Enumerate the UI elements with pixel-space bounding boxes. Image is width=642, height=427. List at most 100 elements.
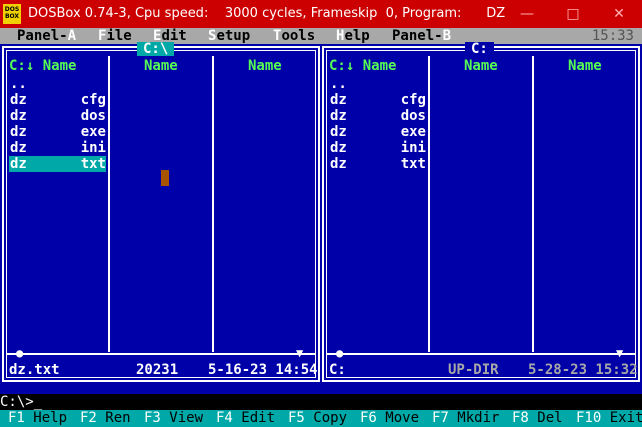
right-panel[interactable]: ● ▼ C: C:↓ Name Name Name .. dz cfg dz dos… [322,42,640,382]
column-divider [108,56,110,352]
menu-bar: Panel-A File Edit Setup Tools Help Panel… [0,28,642,44]
file-row[interactable]: .. [9,76,106,92]
fkey-label: Help [24,410,68,426]
window-title: DOSBox 0.74-3, Cpu speed: 3000 cycles, F… [28,6,506,21]
file-name: .. [330,76,347,92]
f3-view-button[interactable]: F3 View [144,410,203,427]
file-row[interactable]: dz exe [329,124,426,140]
file-ext: cfg [400,92,426,108]
fkey-label: Ren [96,410,131,426]
menu-panel-b[interactable]: Panel-B [392,28,451,44]
file-row-selected[interactable]: dz txt [9,156,106,172]
file-row[interactable]: dz exe [9,124,106,140]
f5-copy-button[interactable]: F5 Copy [288,410,347,427]
close-icon[interactable]: ✕ [596,0,642,28]
f10-exit-button[interactable]: F10 Exit [576,410,642,427]
selected-file-date: 5-16-23 14:54 [208,362,318,378]
fkey-label: Copy [304,410,348,426]
f4-edit-button[interactable]: F4 Edit [216,410,275,427]
menu-label: ile [106,28,132,44]
function-key-bar: F1 Help F2 Ren F3 View F4 Edit F5 Copy F… [0,410,642,427]
column-header-name[interactable]: C:↓ Name [329,58,396,74]
file-name: dz [10,156,27,172]
file-row[interactable]: dz ini [9,140,106,156]
right-panel-path: C: [465,42,494,56]
fkey-label: Edit [232,410,276,426]
column-header-name[interactable]: Name [144,58,178,74]
fkey-number: F4 [216,410,233,426]
menu-hotkey: A [67,28,77,44]
file-name: dz [330,92,347,108]
menu-tools[interactable]: Tools [273,28,315,44]
column-divider [428,56,430,352]
file-ext: ini [80,140,106,156]
column-header-name[interactable]: Name [248,58,282,74]
maximize-icon[interactable]: □ [550,0,596,28]
file-ext: cfg [80,92,106,108]
fkey-number: F6 [360,410,377,426]
file-row[interactable]: dz cfg [9,92,106,108]
file-row[interactable]: .. [329,76,426,92]
file-row[interactable]: dz dos [329,108,426,124]
column-header-name[interactable]: Name [568,58,602,74]
menu-file[interactable]: File [98,28,132,44]
window-titlebar[interactable]: DOS BOX DOSBox 0.74-3, Cpu speed: 3000 c… [0,0,642,28]
column-header-name[interactable]: Name [464,58,498,74]
menu-setup[interactable]: Setup [208,28,250,44]
fkey-number: F2 [80,410,97,426]
minimize-icon[interactable]: — [504,0,550,28]
file-name: dz [330,140,347,156]
file-ext: exe [400,124,426,140]
menu-label: etup [216,28,251,44]
menu-help[interactable]: Help [336,28,370,44]
menu-hotkey: B [442,28,452,44]
separator-mark: ● [16,346,24,360]
column-header-name[interactable]: C:↓ Name [9,58,76,74]
fkey-label: Mkdir [448,410,500,426]
file-row[interactable]: dz ini [329,140,426,156]
file-ext: exe [80,124,106,140]
fkey-number: F3 [144,410,161,426]
f8-del-button[interactable]: F8 Del [512,410,563,427]
current-dir-label: C: [329,362,346,378]
command-line[interactable]: C:\>_ [0,394,642,410]
file-ext: dos [80,108,106,124]
file-ext: dos [400,108,426,124]
file-name: dz [330,156,347,172]
column-divider [212,56,214,352]
fkey-label: Move [376,410,420,426]
dosbox-app-icon[interactable]: DOS BOX [3,4,21,24]
file-name: .. [10,76,27,92]
menu-label: Panel- [392,28,443,44]
f1-help-button[interactable]: F1 Help [8,410,67,427]
selected-file-size: 20231 [136,362,179,378]
fkey-number: F5 [288,410,305,426]
file-name: dz [10,124,27,140]
file-name: dz [10,92,27,108]
scroll-down-icon[interactable]: ▼ [296,347,303,359]
f7-mkdir-button[interactable]: F7 Mkdir [432,410,499,427]
updir-label: UP-DIR [448,362,499,378]
menu-label: Panel- [17,28,68,44]
file-row[interactable]: dz cfg [329,92,426,108]
fkey-number: F8 [512,410,529,426]
separator-mark: ● [336,346,344,360]
file-row[interactable]: dz txt [329,156,426,172]
menu-panel-a[interactable]: Panel-A [17,28,76,44]
file-ext: ini [400,140,426,156]
fkey-label: Exit [601,410,642,426]
file-name: dz [10,140,27,156]
panel-separator [327,353,635,355]
left-panel[interactable]: ● ▼ C:\ C:↓ Name Name Name .. dz cfg dz do… [2,42,320,382]
dir-date: 5-28-23 15:32 [528,362,638,378]
fkey-number: F1 [8,410,25,426]
f6-move-button[interactable]: F6 Move [360,410,419,427]
file-row[interactable]: dz dos [9,108,106,124]
file-name: dz [330,108,347,124]
menu-label: ools [281,28,316,44]
selected-file-name: dz.txt [9,362,60,378]
left-panel-path: C:\ [137,42,175,56]
fkey-label: View [160,410,204,426]
f2-ren-button[interactable]: F2 Ren [80,410,131,427]
scroll-down-icon[interactable]: ▼ [616,347,623,359]
